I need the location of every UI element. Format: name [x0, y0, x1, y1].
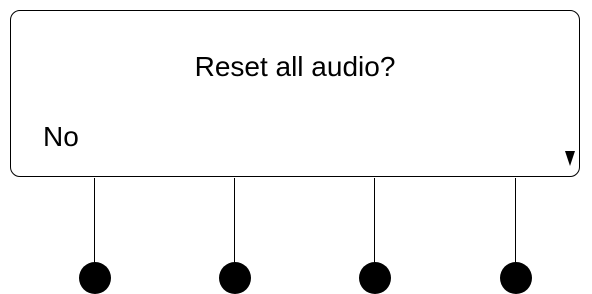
- soft-key-2[interactable]: [219, 178, 251, 294]
- soft-key-1[interactable]: [79, 178, 111, 294]
- soft-key-3[interactable]: [359, 178, 391, 294]
- soft-key-line: [94, 178, 95, 264]
- prompt-text: Reset all audio?: [194, 51, 396, 82]
- soft-key-button[interactable]: [219, 262, 251, 294]
- soft-key-line: [515, 178, 516, 264]
- soft-key-button[interactable]: [359, 262, 391, 294]
- selected-option: No: [43, 121, 79, 152]
- soft-key-button[interactable]: [79, 262, 111, 294]
- lcd-screen: Reset all audio? No: [10, 10, 580, 177]
- soft-key-4[interactable]: [500, 178, 532, 294]
- soft-key-line: [374, 178, 375, 264]
- soft-key-line: [234, 178, 235, 264]
- soft-key-button[interactable]: [500, 262, 532, 294]
- triangle-down-icon[interactable]: [565, 151, 575, 166]
